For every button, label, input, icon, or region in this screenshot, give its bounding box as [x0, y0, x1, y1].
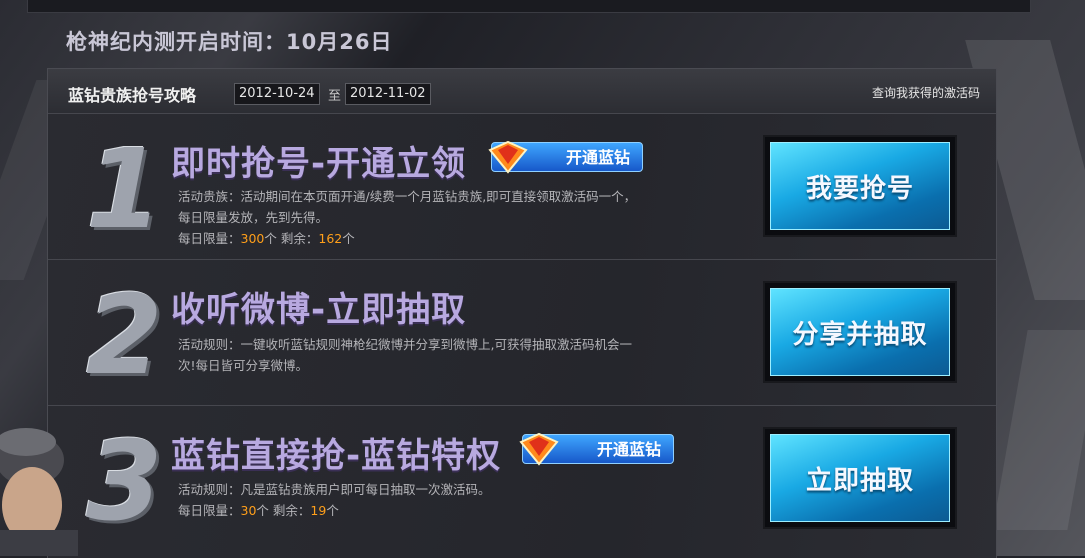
desc-line: 活动规则：一键收听蓝钻规则神枪纪微博并分享到微博上,可获得抽取激活码机会一: [178, 337, 632, 352]
banner-title: 枪神纪内测开启时间：10月26日: [66, 30, 393, 54]
quota-value: 30: [240, 503, 257, 518]
button-label: 分享并抽取: [770, 288, 950, 376]
panel-header: 蓝钻贵族抢号攻略 2012-10-24 至 2012-11-02 查询我获得的激…: [48, 69, 996, 114]
step-number: 3: [86, 417, 163, 545]
open-blue-diamond-button[interactable]: 开通蓝钻: [488, 140, 643, 174]
grab-code-button[interactable]: 我要抢号: [763, 135, 957, 237]
button-label: 我要抢号: [770, 142, 950, 230]
quota-unit: 个: [256, 503, 269, 518]
activity-row-2: 2 收听微博-立即抽取 活动规则：一键收听蓝钻规则神枪纪微博并分享到微博上,可获…: [48, 259, 996, 405]
quota-line: 每日限量：300个 剩余：162个: [178, 228, 698, 249]
row-title: 收听微博-立即抽取: [171, 290, 467, 330]
remain-value: 162: [318, 231, 343, 246]
date-separator: 至: [328, 89, 342, 104]
query-activation-code-link[interactable]: 查询我获得的激活码: [872, 84, 980, 101]
step-number: 2: [86, 271, 163, 399]
desc-line: 次!每日皆可分享微博。: [178, 358, 309, 373]
row-description: 活动规则：凡是蓝钻贵族用户即可每日抽取一次激活码。 每日限量：30个 剩余：19…: [178, 479, 698, 521]
row-description: 活动贵族：活动期间在本页面开通/续费一个月蓝钻贵族,即可直接领取激活码一个， 每…: [178, 186, 698, 249]
date-end: 2012-11-02: [345, 83, 431, 105]
quota-value: 300: [240, 231, 265, 246]
draw-now-button[interactable]: 立即抽取: [763, 427, 957, 529]
activity-panel: 蓝钻贵族抢号攻略 2012-10-24 至 2012-11-02 查询我获得的激…: [47, 68, 997, 558]
activity-row-3: 3 蓝钻直接抢-蓝钻特权 开通蓝钻 活动规则：凡是蓝钻贵族用户即可每日抽取一次激…: [48, 405, 996, 558]
activity-row-1: 1 即时抢号-开通立领 开通蓝钻 活动贵族：活动期间在本页面开通/续费一个月蓝钻…: [48, 113, 996, 259]
diamond-gem-icon: [488, 140, 528, 174]
quota-unit: 个: [264, 231, 277, 246]
row-title: 即时抢号-开通立领: [171, 144, 467, 184]
remain-unit: 个: [342, 231, 355, 246]
top-strip: [27, 0, 1031, 13]
quota-label: 每日限量：: [178, 231, 241, 246]
row-title: 蓝钻直接抢-蓝钻特权: [171, 436, 502, 476]
diamond-gem-icon: [519, 432, 559, 466]
badge-label: 开通蓝钻: [596, 440, 661, 459]
quota-line: 每日限量：30个 剩余：19个: [178, 500, 698, 521]
open-blue-diamond-button[interactable]: 开通蓝钻: [519, 432, 674, 466]
remain-value: 19: [310, 503, 327, 518]
quota-label: 每日限量：: [178, 503, 241, 518]
remain-label: 剩余：: [276, 231, 319, 246]
desc-line: 活动规则：凡是蓝钻贵族用户即可每日抽取一次激活码。: [178, 482, 491, 497]
share-and-draw-button[interactable]: 分享并抽取: [763, 281, 957, 383]
date-start: 2012-10-24: [234, 83, 320, 105]
desc-line: 每日限量发放，先到先得。: [178, 210, 329, 225]
character-art: [0, 420, 78, 556]
desc-line: 活动贵族：活动期间在本页面开通/续费一个月蓝钻贵族,即可直接领取激活码一个，: [178, 189, 637, 204]
remain-label: 剩余：: [268, 503, 311, 518]
button-label: 立即抽取: [770, 434, 950, 522]
row-description: 活动规则：一键收听蓝钻规则神枪纪微博并分享到微博上,可获得抽取激活码机会一 次!…: [178, 334, 698, 376]
step-number: 1: [86, 125, 163, 253]
badge-label: 开通蓝钻: [565, 148, 630, 167]
remain-unit: 个: [326, 503, 339, 518]
panel-title: 蓝钻贵族抢号攻略: [68, 86, 197, 105]
